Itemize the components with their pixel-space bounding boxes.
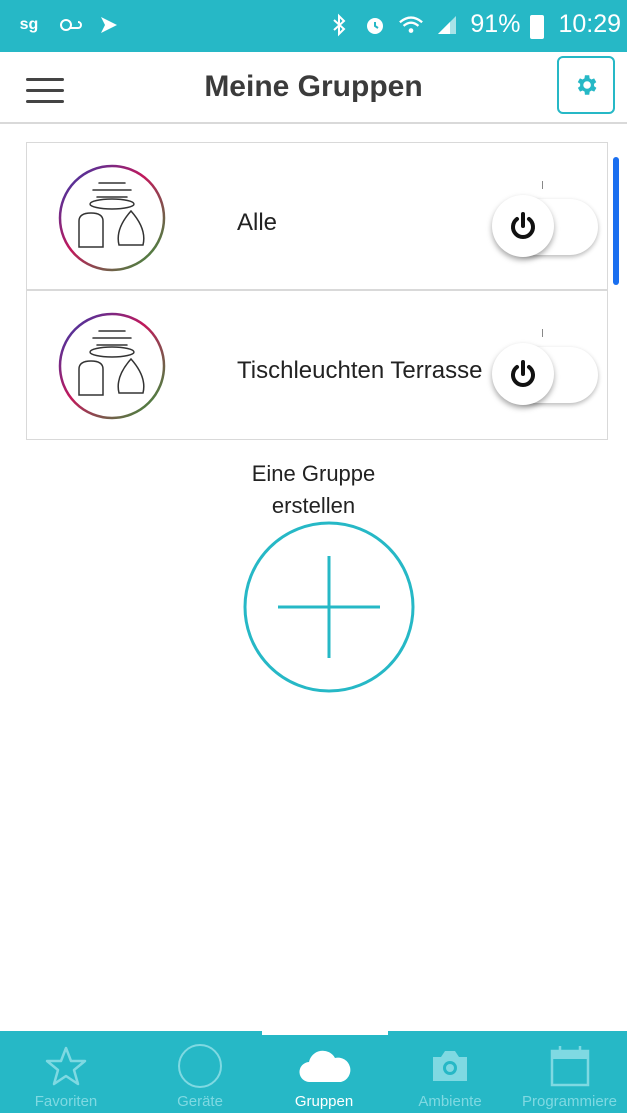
active-tab-indicator — [262, 1031, 388, 1035]
tab-label: Favoriten — [34, 1093, 98, 1110]
group-row-tischleuchten[interactable]: Tischleuchten Terrasse — [27, 291, 607, 439]
add-group-button[interactable] — [242, 520, 416, 694]
clock: 10:29 — [558, 10, 621, 38]
group-name: Alle — [237, 209, 278, 236]
tab-label: Gruppen — [294, 1093, 354, 1110]
tab-programmiere[interactable]: Programmiere — [512, 1041, 627, 1110]
create-group-label: Eine Gruppe erstellen — [0, 458, 627, 522]
lamp-group-icon — [58, 164, 166, 272]
tab-favoriten[interactable]: Favoriten — [6, 1041, 126, 1110]
power-toggle[interactable] — [492, 181, 598, 257]
lamp-group-icon — [58, 312, 166, 420]
group-name: Tischleuchten Terrasse — [237, 357, 499, 385]
toggle-knob[interactable] — [492, 195, 554, 257]
status-bar: sg 91% 10:29 — [0, 0, 627, 52]
calendar-icon — [512, 1041, 627, 1091]
tab-label: Ambiente — [418, 1093, 482, 1110]
plus-icon — [278, 556, 380, 658]
tab-label: Geräte — [177, 1093, 223, 1110]
group-name-text: Tischleuchten Terrasse — [237, 357, 483, 384]
tab-geraete[interactable]: Geräte — [140, 1041, 260, 1110]
wifi-icon — [398, 12, 424, 38]
settings-button[interactable] — [557, 56, 615, 114]
star-icon — [6, 1041, 126, 1091]
battery-percent: 91% — [470, 10, 521, 38]
scrollbar[interactable] — [613, 157, 619, 285]
weather-icon — [56, 12, 82, 38]
gear-icon — [577, 75, 597, 95]
carrier-icon: sg — [19, 16, 39, 33]
group-row-alle[interactable]: Alle — [27, 143, 607, 291]
tab-label: Programmiere — [521, 1093, 618, 1110]
toggle-tick — [542, 329, 543, 337]
battery-icon — [530, 14, 545, 39]
create-group-label-line1: Eine Gruppe — [251, 461, 376, 486]
cloud-icon — [264, 1041, 384, 1091]
status-left: sg — [16, 12, 122, 38]
group-list: Alle Tischleuchten Terrasse — [26, 142, 619, 440]
tab-gruppen[interactable]: Gruppen — [264, 1041, 384, 1110]
page-title: Meine Gruppen — [204, 70, 423, 103]
app-bar: Meine Gruppen — [0, 52, 627, 124]
notification-icon — [96, 12, 122, 38]
power-icon — [511, 212, 535, 239]
tab-ambiente[interactable]: Ambiente — [390, 1041, 510, 1110]
bottom-nav: Favoriten Geräte Gruppen Ambiente Progra… — [0, 1031, 627, 1113]
bluetooth-icon — [326, 12, 352, 38]
camera-icon — [390, 1041, 510, 1091]
status-right: 91% 10:29 — [326, 10, 621, 39]
signal-icon — [434, 12, 460, 38]
toggle-knob[interactable] — [492, 343, 554, 405]
circle-icon — [140, 1041, 260, 1091]
alarm-icon — [362, 12, 388, 38]
power-icon — [511, 360, 535, 387]
toggle-tick — [542, 181, 543, 189]
create-group-label-line2: erstellen — [271, 493, 356, 518]
power-toggle[interactable] — [492, 329, 598, 405]
